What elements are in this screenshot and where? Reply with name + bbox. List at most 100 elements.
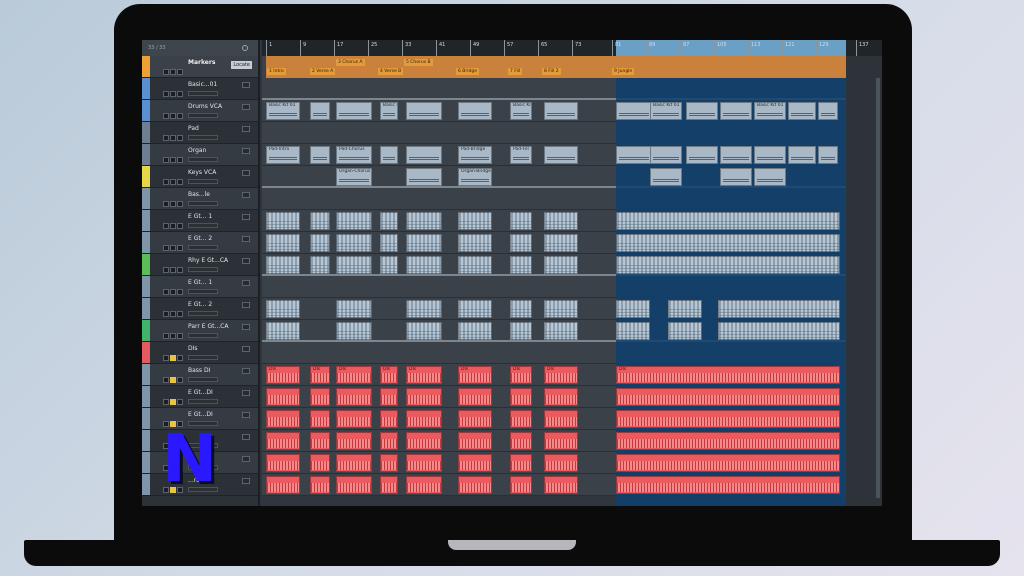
- mute-solo-buttons[interactable]: [163, 390, 185, 405]
- solo-button[interactable]: [170, 355, 176, 361]
- di-audio-clip[interactable]: [380, 388, 398, 406]
- track-name[interactable]: Parr E Gt...CA: [188, 323, 228, 330]
- track-edit-button[interactable]: [242, 456, 250, 462]
- track-header[interactable]: Pad: [142, 122, 258, 144]
- solo-button[interactable]: [170, 311, 176, 317]
- track-sub-control[interactable]: [188, 135, 218, 140]
- track-header[interactable]: Rhy E Gt...CA: [142, 254, 258, 276]
- track-name[interactable]: Drums VCA: [188, 103, 222, 110]
- track-name[interactable]: Pad: [188, 125, 199, 132]
- marker-flag[interactable]: 2 Verse A: [310, 68, 336, 75]
- di-audio-clip[interactable]: [336, 388, 372, 406]
- midi-clip[interactable]: [544, 102, 578, 120]
- mute-solo-buttons[interactable]: [163, 60, 185, 75]
- audio-clip[interactable]: [458, 300, 492, 318]
- audio-clip[interactable]: [336, 256, 372, 274]
- midi-clip[interactable]: [720, 102, 752, 120]
- midi-clip[interactable]: Pad-Bridge: [458, 146, 492, 164]
- search-icon[interactable]: [242, 45, 248, 51]
- track-header[interactable]: DIs: [142, 342, 258, 364]
- audio-clip[interactable]: [266, 212, 300, 230]
- audio-clip[interactable]: [406, 212, 442, 230]
- record-button[interactable]: [177, 377, 183, 383]
- track-header[interactable]: E Gt... 1: [142, 276, 258, 298]
- mute-solo-buttons[interactable]: [163, 214, 185, 229]
- track-header[interactable]: E Gt... 1: [142, 210, 258, 232]
- track-edit-button[interactable]: [242, 104, 250, 110]
- track-edit-button[interactable]: [242, 280, 250, 286]
- mute-solo-buttons[interactable]: [163, 170, 185, 185]
- di-audio-clip[interactable]: [406, 432, 442, 450]
- marker-flag[interactable]: 4 Verse B: [378, 68, 404, 75]
- solo-button[interactable]: [170, 157, 176, 163]
- di-audio-clip[interactable]: DIs: [336, 366, 372, 384]
- track-edit-button[interactable]: [242, 258, 250, 264]
- track-edit-button[interactable]: [242, 324, 250, 330]
- di-audio-clip[interactable]: [616, 410, 840, 428]
- timeline-ruler[interactable]: 1 9 17 25 33 41 49 57 65 73 81 89 97 105 113 121 129 137: [262, 40, 882, 56]
- di-audio-clip[interactable]: [266, 388, 300, 406]
- audio-clip[interactable]: [406, 322, 442, 340]
- track-edit-button[interactable]: [242, 170, 250, 176]
- mute-solo-buttons[interactable]: [163, 192, 185, 207]
- di-audio-clip[interactable]: [616, 432, 840, 450]
- di-audio-clip[interactable]: [406, 476, 442, 494]
- mute-button[interactable]: [163, 69, 169, 75]
- di-audio-clip[interactable]: [544, 388, 578, 406]
- track-name[interactable]: DIs: [188, 345, 198, 352]
- audio-clip[interactable]: [616, 234, 840, 252]
- midi-clip[interactable]: [616, 146, 652, 164]
- solo-button[interactable]: [170, 179, 176, 185]
- di-audio-clip[interactable]: [458, 454, 492, 472]
- track-sub-control[interactable]: [188, 267, 218, 272]
- track-header[interactable]: Organ: [142, 144, 258, 166]
- marker-track[interactable]: Markers Locate: [142, 56, 258, 78]
- track-sub-control[interactable]: [188, 245, 218, 250]
- marker-flag[interactable]: 5 Chorus B: [404, 59, 433, 66]
- audio-clip[interactable]: [380, 256, 398, 274]
- record-button[interactable]: [177, 113, 183, 119]
- solo-button[interactable]: [170, 399, 176, 405]
- track-sub-control[interactable]: [188, 333, 218, 338]
- mute-solo-buttons[interactable]: [163, 324, 185, 339]
- record-button[interactable]: [177, 399, 183, 405]
- marker-flag[interactable]: 1 Intro: [267, 68, 286, 75]
- di-audio-clip[interactable]: [544, 432, 578, 450]
- solo-button[interactable]: [170, 223, 176, 229]
- audio-clip[interactable]: [336, 234, 372, 252]
- audio-clip[interactable]: [336, 212, 372, 230]
- mute-button[interactable]: [163, 223, 169, 229]
- audio-clip[interactable]: [336, 322, 372, 340]
- audio-clip[interactable]: [510, 234, 532, 252]
- midi-clip[interactable]: [818, 102, 838, 120]
- solo-button[interactable]: [170, 245, 176, 251]
- audio-clip[interactable]: [544, 300, 578, 318]
- solo-button[interactable]: [170, 201, 176, 207]
- track-header[interactable]: Basic...01: [142, 78, 258, 100]
- track-edit-button[interactable]: [242, 148, 250, 154]
- midi-clip[interactable]: [458, 102, 492, 120]
- audio-clip[interactable]: [544, 212, 578, 230]
- audio-clip[interactable]: [718, 300, 840, 318]
- di-audio-clip[interactable]: [310, 476, 330, 494]
- di-audio-clip[interactable]: [616, 476, 840, 494]
- arrange-window[interactable]: 1 9 17 25 33 41 49 57 65 73 81 89 97 105 113 121 129 137 …: [262, 40, 882, 506]
- di-audio-clip[interactable]: [406, 454, 442, 472]
- solo-button[interactable]: [170, 377, 176, 383]
- track-edit-button[interactable]: [242, 412, 250, 418]
- track-sub-control[interactable]: [188, 355, 218, 360]
- di-audio-clip[interactable]: [458, 388, 492, 406]
- audio-clip[interactable]: [406, 300, 442, 318]
- di-audio-clip[interactable]: [266, 432, 300, 450]
- di-audio-clip[interactable]: [380, 432, 398, 450]
- audio-clip[interactable]: [266, 256, 300, 274]
- mute-solo-buttons[interactable]: [163, 280, 185, 295]
- midi-clip[interactable]: Basic Kit 01: [266, 102, 300, 120]
- audio-clip[interactable]: [310, 256, 330, 274]
- marker-flag[interactable]: 7 Fill: [508, 68, 523, 75]
- track-edit-button[interactable]: [242, 434, 250, 440]
- mute-button[interactable]: [163, 157, 169, 163]
- midi-clip[interactable]: Basic Kit 01: [650, 102, 682, 120]
- mute-button[interactable]: [163, 201, 169, 207]
- record-button[interactable]: [177, 157, 183, 163]
